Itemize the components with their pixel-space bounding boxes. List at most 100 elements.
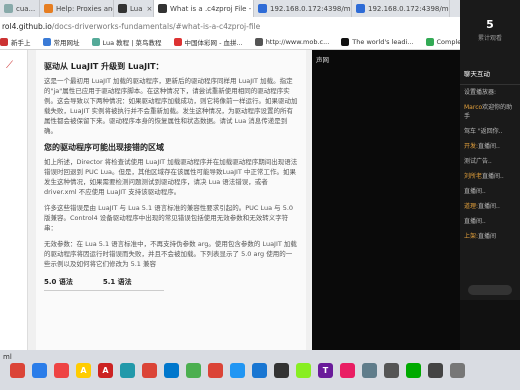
chat-message: 道理:直播间.. <box>460 199 520 214</box>
chat-text: 直播间 <box>478 233 497 240</box>
bookmark-icon <box>254 38 263 46</box>
app3-icon[interactable] <box>54 362 69 378</box>
chat-message: Marco欢迎你的助手 <box>460 100 520 124</box>
app19-icon[interactable] <box>406 362 421 378</box>
app17-icon[interactable] <box>362 362 377 378</box>
bookmark-icon <box>42 38 51 46</box>
bookmark-label: 常用网址 <box>53 39 80 47</box>
tab-title: What is a .c4zproj File - Dr <box>170 4 254 13</box>
chat-input[interactable] <box>468 285 512 295</box>
chat-message: 上架:直播间 <box>460 229 520 244</box>
chat-text: 直播间.. <box>478 203 500 210</box>
chrome-icon[interactable] <box>10 362 25 378</box>
tab-favicon-icon <box>158 4 167 13</box>
bookmark-icon <box>91 38 100 46</box>
syntax-table-header: 5.0 语法 5.1 语法 <box>44 277 164 291</box>
browser-tab[interactable]: What is a .c4zproj File - Dr× <box>154 0 254 17</box>
chat-message: 刘所老直播间.. <box>460 169 520 184</box>
bookmark-label: http://www.mob.c... <box>265 38 330 46</box>
app7-icon[interactable] <box>142 362 157 378</box>
chat-message: 设置播放器: <box>460 85 520 100</box>
browser-tab[interactable]: Help: Proxies and Connecti× <box>40 0 114 17</box>
tab-favicon-icon <box>4 4 13 13</box>
app4-icon[interactable]: A <box>76 362 91 378</box>
bookmark-item[interactable]: The world's leadi... <box>341 38 414 46</box>
app2-icon[interactable] <box>32 362 47 378</box>
chat-text: 设置播放器: <box>464 89 497 96</box>
app6-icon[interactable] <box>120 362 135 378</box>
chat-message: 直播间.. <box>460 184 520 199</box>
chat-message: 开发:直播间.. <box>460 139 520 154</box>
bookmarks-bar: 新手上 常用网址 Lua 教程 | 菜鸟教程 中国体彩网 - 血拼... http://… <box>0 35 460 50</box>
bookmark-item[interactable]: http://www.mob.c... <box>254 38 330 46</box>
chat-title[interactable]: 聊天互动 <box>460 50 520 85</box>
chat-text: 测试广告.. <box>464 158 492 165</box>
url-text[interactable]: rol4.github.io/docs-driverworks-fundamen… <box>2 22 260 31</box>
bookmark-item[interactable]: Complete softw... <box>425 38 460 46</box>
app9-icon[interactable] <box>186 362 201 378</box>
tab-favicon-icon <box>118 4 127 13</box>
bookmark-label: 新手上 <box>11 39 31 47</box>
close-icon[interactable]: × <box>147 5 153 13</box>
bookmark-item[interactable]: 中国体彩网 - 血拼... <box>173 37 243 47</box>
bookmark-item[interactable]: Lua 教程 | 菜鸟教程 <box>91 37 162 47</box>
chat-message: 直播间.. <box>460 214 520 229</box>
bookmark-icon <box>0 38 8 46</box>
app16-icon[interactable] <box>340 362 355 378</box>
chat-nick: Marco <box>464 104 483 111</box>
chat-message: 测试广告.. <box>460 154 520 169</box>
chat-nick: 上架: <box>464 233 479 240</box>
app11-icon[interactable] <box>230 362 245 378</box>
viewer-label: 累计观看 <box>477 35 502 42</box>
paragraph: 如上所述，Director 将检查试使用 LuaJIT 加载驱动程序并在加载驱动… <box>44 158 298 196</box>
app5-icon[interactable]: A <box>98 362 113 378</box>
live-panel: 5 累计观看 聊天互动 设置播放器: Marco欢迎你的助手驾车 "返回你.. 开发… <box>460 0 520 350</box>
chat-text: 直播间.. <box>464 218 486 225</box>
app10-icon[interactable] <box>208 362 223 378</box>
paragraph: 这是一个最初用 LuaJIT 加载的驱动程序，更新后的驱动程序同样用 LuaJI… <box>44 77 298 135</box>
chat-list: 设置播放器: Marco欢迎你的助手驾车 "返回你.. 开发:直播间.. 测试广告..… <box>460 85 520 244</box>
app13-icon[interactable] <box>274 362 289 378</box>
paragraph: 无效参数：在 Lua 5.1 语言标准中，不再支持伪参数 arg。使用包含参数的… <box>44 240 297 268</box>
address-bar[interactable]: rol4.github.io/docs-driverworks-fundamen… <box>0 17 460 35</box>
app21-icon[interactable] <box>450 362 465 378</box>
bookmark-label: The world's leadi... <box>352 38 414 46</box>
tab-title: Help: Proxies and Connecti <box>56 4 113 13</box>
viewer-count: 5 累计观看 <box>460 0 520 50</box>
app8-icon[interactable] <box>164 362 179 378</box>
browser-tab[interactable]: cua...× <box>0 0 40 17</box>
col-header: 5.1 语法 <box>102 278 132 286</box>
logo-icon: ⟋ <box>6 60 13 71</box>
app18-icon[interactable] <box>384 362 399 378</box>
tab-favicon-icon <box>258 4 267 13</box>
bookmark-item[interactable]: 常用网址 <box>42 37 80 47</box>
left-nav: ⟋ <box>0 50 28 350</box>
browser-page: ⟋ 驱动从 LuaJIT 升级到 LuaJIT： 这是一个最初用 LuaJIT … <box>0 50 460 350</box>
doc-content: 驱动从 LuaJIT 升级到 LuaJIT： 这是一个最初用 LuaJIT 加载… <box>36 50 306 350</box>
tab-favicon-icon <box>356 4 365 13</box>
bookmark-label: Lua 教程 | 菜鸟教程 <box>102 39 162 47</box>
tab-title: cua... <box>16 4 36 13</box>
taskbar: ml AA T <box>0 350 520 390</box>
browser-tab[interactable]: Lua × <box>114 0 154 17</box>
chat-message: 驾车 "返回你.. <box>460 124 520 139</box>
app12-icon[interactable] <box>252 362 267 378</box>
url-host: rol4.github.io <box>2 21 52 31</box>
tab-title: Lua <box>130 4 143 13</box>
app20-icon[interactable] <box>428 362 443 378</box>
tab-favicon-icon <box>44 4 53 13</box>
browser-tab[interactable]: 192.168.0.172:4398/mobil× <box>254 0 352 17</box>
app15-icon[interactable]: T <box>318 362 333 378</box>
bookmark-icon <box>173 38 182 46</box>
app14-icon[interactable] <box>296 362 311 378</box>
tab-strip: cua...×Help: Proxies and Connecti×Lua×Wh… <box>0 0 460 17</box>
bookmark-item[interactable]: 新手上 <box>0 37 31 47</box>
panel-footer <box>460 300 520 350</box>
chat-text: 直播间.. <box>478 143 500 150</box>
chat-text: 驾车 "返回你.. <box>464 128 503 135</box>
chat-text: 直播间.. <box>482 173 504 180</box>
url-path: /docs-driverworks-fundamentals/#what-is-… <box>51 21 261 31</box>
tab-title: 192.168.0.172:4398/mobil <box>368 4 449 13</box>
tab-title: 192.168.0.172:4398/mobil <box>270 4 351 13</box>
browser-tab[interactable]: 192.168.0.172:4398/mobil× <box>352 0 450 17</box>
